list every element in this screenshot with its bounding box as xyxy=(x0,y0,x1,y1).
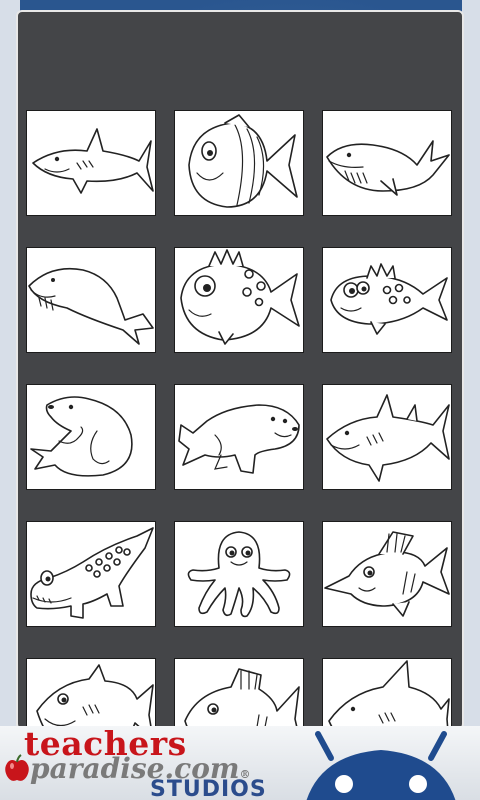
shark-drawing xyxy=(32,128,154,194)
shark-drawing xyxy=(36,664,154,728)
shark-drawing xyxy=(326,394,450,482)
thumbnail-shark-3[interactable] xyxy=(26,658,156,728)
thumbnail-whale-2[interactable] xyxy=(26,247,156,353)
spotted-fish-drawing xyxy=(330,263,448,335)
thumbnail-octopus[interactable] xyxy=(174,521,304,627)
whale-drawing xyxy=(28,267,154,345)
android-robot-icon xyxy=(306,731,456,800)
thumbnail-grid xyxy=(26,110,458,728)
thumbnail-swordfish[interactable] xyxy=(322,521,452,627)
picture-picker-dialog xyxy=(16,10,464,730)
octopus-drawing xyxy=(187,531,291,618)
thumbnail-seal-2[interactable] xyxy=(174,384,304,490)
swordfish-drawing xyxy=(324,531,450,617)
whale-drawing xyxy=(326,140,450,196)
fish-drawing xyxy=(184,668,300,728)
background-right-edge xyxy=(462,0,480,800)
thumbnail-seal[interactable] xyxy=(26,384,156,490)
thumbnail-crocodile[interactable] xyxy=(26,521,156,627)
thumbnail-fish[interactable] xyxy=(174,658,304,728)
thumbnail-spotted-fish-2[interactable] xyxy=(322,247,452,353)
seal-drawing xyxy=(30,396,133,477)
thumbnail-shark-2[interactable] xyxy=(322,384,452,490)
thumbnail-shark[interactable] xyxy=(26,110,156,216)
seal-drawing xyxy=(178,404,300,474)
crocodile-drawing xyxy=(30,527,154,619)
shark-drawing xyxy=(328,660,450,728)
thumbnail-whale[interactable] xyxy=(322,110,452,216)
thumbnail-shark-4[interactable] xyxy=(322,658,452,728)
thumbnail-spotted-fish[interactable] xyxy=(174,247,304,353)
ad-banner[interactable]: teachers paradise.com® STUDIOS xyxy=(0,726,480,800)
thumbnail-striped-fish[interactable] xyxy=(174,110,304,216)
spotted-fish-drawing xyxy=(180,249,300,345)
striped-fish-drawing xyxy=(188,114,298,208)
brand-line-studios: STUDIOS xyxy=(150,777,267,800)
